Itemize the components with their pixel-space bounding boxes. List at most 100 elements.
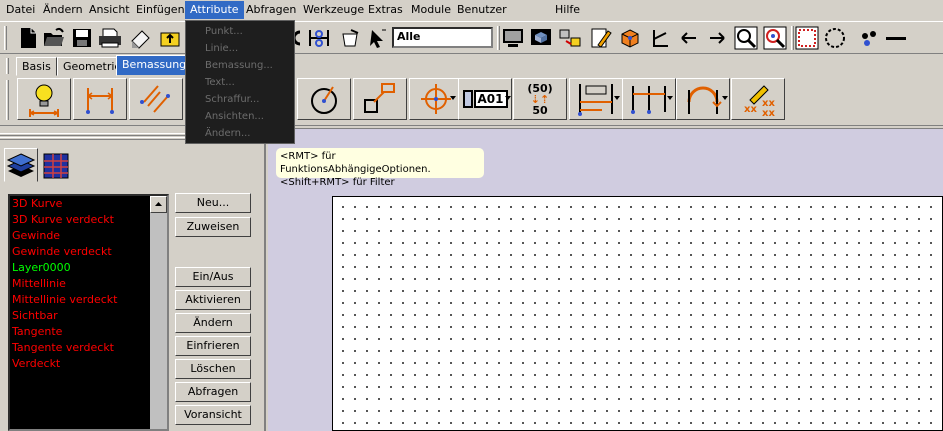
menu-benutzer[interactable]: Benutzer: [452, 1, 512, 19]
tooltip-line-2: <Shift+RMT> für Filter: [280, 177, 395, 188]
arrow-left-icon[interactable]: [677, 26, 701, 50]
aligned-dim-button[interactable]: [129, 78, 183, 120]
layers-stack-icon: [6, 153, 36, 177]
3d-view-icon[interactable]: [529, 26, 553, 50]
list-item[interactable]: Tangente verdeckt: [12, 340, 114, 356]
zoom-target-icon[interactable]: [763, 26, 787, 50]
list-item[interactable]: Mittellinie: [12, 276, 66, 292]
svg-text:xx: xx: [744, 104, 757, 115]
zoom-window-icon[interactable]: [734, 26, 758, 50]
menu-item-aendern[interactable]: Ändern...: [205, 125, 251, 142]
layer-filter-combo[interactable]: Alle: [392, 27, 493, 48]
query-layer-button[interactable]: Abfragen: [175, 382, 251, 402]
arrow-right-icon[interactable]: [705, 26, 729, 50]
print-icon[interactable]: [98, 26, 122, 50]
svg-text:xx: xx: [762, 108, 775, 118]
menu-item-punkt[interactable]: Punkt...: [205, 23, 243, 40]
bulb-dim-button[interactable]: [17, 78, 71, 120]
menu-abfragen[interactable]: Abfragen: [241, 1, 301, 19]
save-icon[interactable]: [70, 26, 94, 50]
toolbar-grip[interactable]: [497, 26, 500, 50]
text-box-label: A01: [473, 90, 508, 108]
chevron-down-icon[interactable]: [722, 96, 728, 100]
menu-bar: Datei Ändern Ansicht Einfügen Attribute …: [0, 0, 943, 21]
toolbar-grip[interactable]: [6, 58, 9, 74]
layer-filter-value: Alle: [397, 30, 421, 43]
menu-item-text[interactable]: Text...: [205, 74, 235, 91]
menu-aendern[interactable]: Ändern: [38, 1, 88, 19]
chevron-down-icon[interactable]: [667, 96, 673, 100]
list-item[interactable]: Mittellinie verdeckt: [12, 292, 118, 308]
menu-einfuegen[interactable]: Einfügen: [131, 1, 190, 19]
menu-item-ansichten[interactable]: Ansichten...: [205, 108, 264, 125]
monitor-icon[interactable]: [501, 26, 525, 50]
menu-attribute[interactable]: Attribute: [185, 1, 244, 19]
tolerance-dim-icon: (50) ⇣⇡ 50: [527, 83, 552, 116]
list-item[interactable]: 3D Kurve verdeckt: [12, 212, 114, 228]
leader-dim-button[interactable]: [353, 78, 407, 120]
arc-dim-icon: [687, 86, 722, 114]
tab-layers[interactable]: [4, 148, 38, 182]
menu-item-linie[interactable]: Linie...: [205, 40, 238, 57]
menu-item-bemassung[interactable]: Bemassung...: [205, 57, 273, 74]
chevron-down-icon[interactable]: [614, 96, 620, 100]
tab-bemassung[interactable]: Bemassung: [116, 55, 193, 76]
3d-cube-icon[interactable]: [618, 26, 642, 50]
dimension-toolbar: A01 (50) ⇣⇡ 50 xx xx xx: [0, 76, 943, 126]
line-icon[interactable]: [884, 26, 908, 50]
menu-datei[interactable]: Datei: [1, 1, 40, 19]
modify-layer-button[interactable]: Ändern: [175, 313, 251, 333]
menu-ansicht[interactable]: Ansicht: [84, 1, 135, 19]
tolerance-dim-button[interactable]: (50) ⇣⇡ 50: [513, 78, 567, 120]
list-item[interactable]: Verdeckt: [12, 356, 60, 372]
angle-icon[interactable]: [648, 26, 672, 50]
dim-value-bottom: 50: [532, 103, 548, 117]
layer-list[interactable]: 3D Kurve 3D Kurve verdeckt Gewinde Gewin…: [8, 194, 169, 431]
toggle-layer-button[interactable]: Ein/Aus: [175, 267, 251, 287]
list-item[interactable]: Tangente: [12, 324, 62, 340]
text-box-button[interactable]: A01: [458, 78, 512, 120]
menu-extras[interactable]: Extras: [363, 1, 408, 19]
menu-item-schraffur[interactable]: Schraffur...: [205, 91, 259, 108]
points-icon[interactable]: [857, 26, 881, 50]
chevron-up-icon: [155, 202, 162, 206]
select-rect-icon[interactable]: [795, 26, 819, 50]
assign-layer-button[interactable]: Zuweisen: [175, 217, 251, 237]
linear-dim-button[interactable]: [73, 78, 127, 120]
snap-icon[interactable]: [307, 26, 331, 50]
delete-layer-button[interactable]: Löschen: [175, 359, 251, 379]
scroll-up-button[interactable]: [150, 196, 167, 213]
erase-dim-button[interactable]: xx xx xx: [731, 78, 785, 120]
transfer-icon[interactable]: [558, 26, 582, 50]
toolbar-grip[interactable]: [791, 26, 794, 50]
chevron-down-icon[interactable]: [450, 96, 456, 100]
toolbar-grip[interactable]: [6, 80, 9, 120]
new-layer-button[interactable]: Neu...: [175, 193, 251, 213]
menu-module[interactable]: Module: [406, 1, 456, 19]
new-file-icon[interactable]: [16, 26, 40, 50]
layer-list-scrollbar[interactable]: [150, 196, 167, 429]
tab-layer-table[interactable]: [40, 150, 72, 182]
open-folder-icon[interactable]: [42, 26, 66, 50]
chevron-down-icon[interactable]: [505, 96, 511, 100]
select-arrow-icon[interactable]: [365, 26, 389, 50]
folder-up-icon[interactable]: [158, 26, 182, 50]
drawing-sheet[interactable]: [332, 196, 943, 431]
edit-pencil-icon[interactable]: [590, 26, 614, 50]
filter-icon[interactable]: [338, 26, 362, 50]
menu-hilfe[interactable]: Hilfe: [550, 1, 585, 19]
list-item[interactable]: Layer0000: [12, 260, 71, 276]
radius-dim-button[interactable]: [297, 78, 351, 120]
activate-layer-button[interactable]: Aktivieren: [175, 290, 251, 310]
toolbar-grip[interactable]: [4, 26, 7, 50]
tab-basis[interactable]: Basis: [16, 57, 57, 76]
list-item[interactable]: 3D Kurve: [12, 196, 62, 212]
select-circle-icon[interactable]: [823, 26, 847, 50]
menu-werkzeuge[interactable]: Werkzeuge: [298, 1, 369, 19]
eraser-icon[interactable]: [128, 26, 152, 50]
list-item[interactable]: Gewinde: [12, 228, 60, 244]
list-item[interactable]: Gewinde verdeckt: [12, 244, 112, 260]
preview-layer-button[interactable]: Voransicht: [175, 405, 251, 425]
freeze-layer-button[interactable]: Einfrieren: [175, 336, 251, 356]
list-item[interactable]: Sichtbar: [12, 308, 58, 324]
